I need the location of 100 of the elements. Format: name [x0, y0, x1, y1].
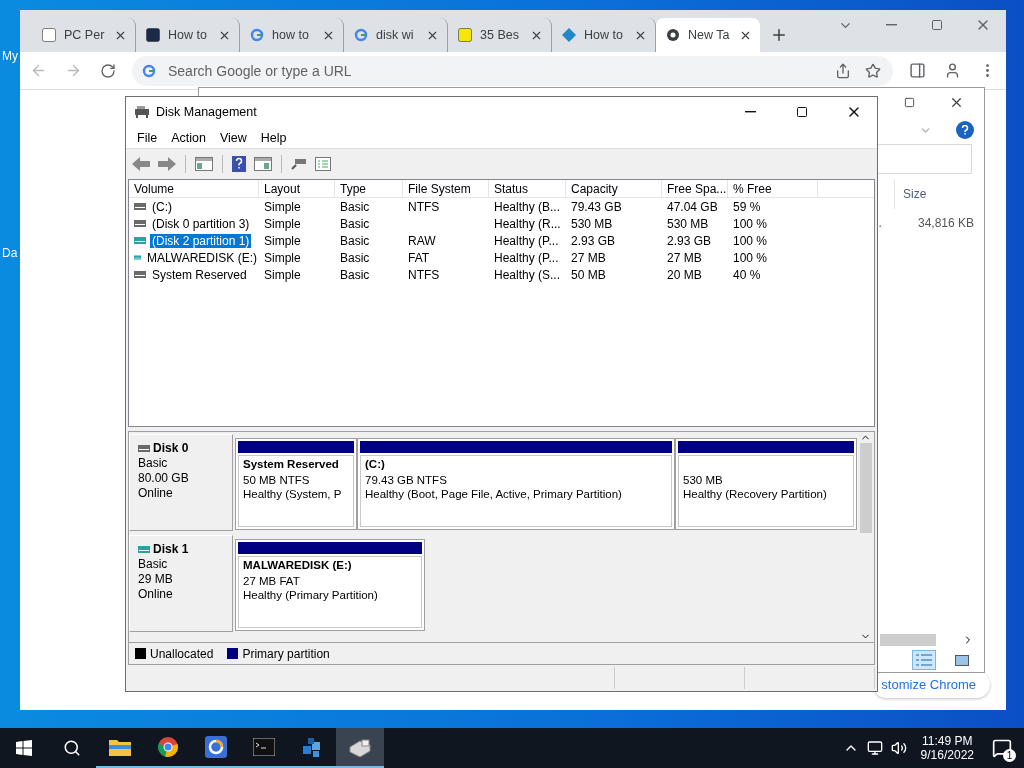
disk-type: Basic — [138, 557, 169, 571]
table-cell-text: Simple — [263, 267, 302, 282]
notification-icon — [992, 738, 1012, 758]
table-cell-text: 27 MB — [570, 250, 607, 265]
disk-name: Disk 1 — [153, 542, 189, 556]
browser-tab[interactable]: 35 Bes — [448, 18, 552, 52]
notification-button[interactable]: 1 — [988, 734, 1016, 762]
panel-icon — [254, 157, 272, 171]
column-header[interactable]: Size — [894, 179, 974, 209]
properties-button[interactable] — [313, 155, 333, 173]
right-arrow-icon — [158, 157, 176, 171]
tab-title: 35 Bes — [480, 28, 520, 42]
clock[interactable]: 11:49 PM 9/16/2022 — [914, 734, 980, 762]
side-panel-icon[interactable] — [907, 60, 928, 81]
desktop-icon-label[interactable]: Da — [2, 246, 18, 260]
search-icon — [63, 739, 81, 757]
browser-tab[interactable]: PC Per — [32, 18, 136, 52]
column-header[interactable]: File System — [403, 180, 489, 197]
column-header[interactable]: Capacity — [566, 180, 662, 197]
drive-icon — [134, 271, 146, 278]
address-input[interactable]: Search Google or type a URL — [166, 61, 823, 80]
taskbar-app[interactable] — [336, 728, 384, 768]
back-button[interactable] — [130, 155, 152, 173]
desktop-icon-label[interactable]: My — [2, 49, 18, 63]
table-cell-text: 100 % — [732, 216, 769, 231]
disk-type: Basic — [138, 456, 169, 470]
partition-entry[interactable]: (Disk 0 partition 3) — [150, 216, 252, 231]
maximize-icon — [904, 96, 915, 108]
partition-entry[interactable]: (C:) — [150, 199, 174, 214]
table-cell-text: 27 MB — [666, 250, 703, 265]
table-cell-text: Basic — [339, 250, 371, 265]
table-cell-text: RAW — [407, 233, 437, 248]
table-cell-text: Healthy (B... — [493, 199, 562, 214]
question-mark-icon — [961, 125, 969, 135]
column-header[interactable]: Type — [335, 180, 403, 197]
disk-label-panel[interactable]: Disk 0 Basic 80.00 GB Online — [129, 434, 233, 531]
partition-block[interactable]: MALWAREDISK (E:) 27 MB FAT Healthy (Primary Partition) — [235, 539, 425, 631]
column-header[interactable]: % Free — [728, 180, 818, 197]
minimize-icon — [885, 24, 897, 26]
help-button[interactable] — [230, 154, 248, 174]
partition-entry[interactable]: System Reserved — [150, 267, 249, 282]
column-header[interactable]: Status — [489, 180, 566, 197]
browser-tab[interactable]: How to — [136, 18, 240, 52]
action-pane-button[interactable] — [252, 155, 274, 173]
horizontal-scrollbar[interactable] — [880, 634, 936, 646]
diamond-icon — [562, 28, 576, 42]
notification-count: 1 — [1003, 749, 1016, 762]
partition-block[interactable]: System Reserved 50 MB NTFS Healthy (System, P — [235, 438, 357, 530]
browser-tab[interactable]: New Ta — [656, 18, 760, 52]
column-header[interactable]: Free Spa... — [662, 180, 728, 197]
chrome-logo-icon — [157, 736, 179, 758]
address-bar[interactable]: Search Google or type a URL — [132, 55, 893, 86]
table-cell-text: Basic — [339, 199, 371, 214]
menu-item[interactable]: File — [130, 130, 165, 145]
left-arrow-icon — [132, 157, 150, 171]
menu-item[interactable]: View — [212, 130, 254, 145]
tab-title: New Ta — [688, 28, 731, 42]
disk-label-panel[interactable]: Disk 1 Basic 29 MB Online — [129, 535, 233, 632]
help-button[interactable] — [956, 121, 974, 139]
network-icon[interactable] — [866, 740, 883, 756]
scrollbar-thumb[interactable] — [859, 443, 872, 533]
picture-icon — [955, 654, 969, 666]
table-cell-text: 40 % — [732, 267, 762, 282]
browser-tab[interactable]: how to — [240, 18, 344, 52]
table-cell-text: NTFS — [407, 267, 441, 282]
drive-icon — [134, 203, 146, 210]
partition-block[interactable]: 530 MB Healthy (Recovery Partition) — [675, 438, 857, 530]
google-icon — [142, 63, 156, 78]
table-cell-text: 20 MB — [666, 267, 703, 282]
column-header[interactable]: Volume — [129, 180, 259, 197]
console-tree-button[interactable] — [193, 155, 215, 173]
tab-title: PC Per — [64, 28, 106, 42]
table-cell-text: 2.93 GB — [570, 233, 617, 248]
table-cell-text: Healthy (S... — [493, 267, 562, 282]
date-text: 9/16/2022 — [920, 748, 974, 762]
site-logo-icon — [146, 28, 160, 42]
partition-block[interactable]: (C:) 79.43 GB NTFS Healthy (Boot, Page File, Active, Primary Partition) — [357, 438, 675, 530]
partition-entry[interactable]: MALWAREDISK (E:) — [145, 250, 259, 265]
partition-status: Healthy (System, P — [243, 488, 342, 500]
panel-icon — [195, 157, 213, 171]
forward-button[interactable] — [156, 155, 178, 173]
partition-name: MALWAREDISK (E:) — [243, 559, 352, 573]
cubes-icon — [301, 736, 323, 758]
disk-drive-icon — [348, 737, 372, 757]
menu-item[interactable]: Action — [164, 130, 213, 145]
browser-tab[interactable]: disk wi — [344, 18, 448, 52]
volume-icon[interactable] — [890, 740, 907, 756]
partition-size: 50 MB NTFS — [243, 474, 310, 486]
maximize-icon — [796, 106, 808, 118]
legend-label: Unallocated — [150, 646, 214, 661]
folder-icon — [109, 738, 131, 756]
google-icon — [250, 28, 264, 42]
column-header[interactable]: Layout — [259, 180, 335, 197]
google-icon — [354, 28, 368, 42]
partition-size: 79.43 GB NTFS — [365, 474, 447, 486]
menu-item[interactable]: Help — [253, 130, 294, 145]
disk-status: Online — [138, 587, 174, 601]
minimize-icon — [744, 111, 756, 113]
partition-entry[interactable]: (Disk 2 partition 1) — [150, 233, 252, 248]
tab-title: how to — [272, 28, 310, 42]
